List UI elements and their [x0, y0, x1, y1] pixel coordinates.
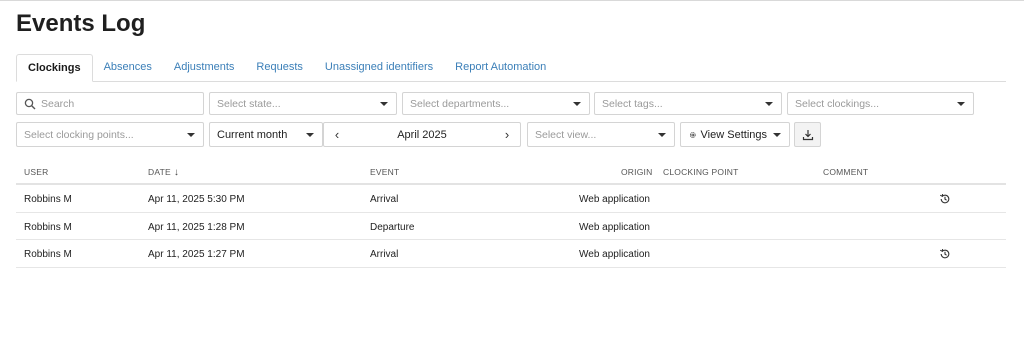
cell-origin: Web application	[579, 221, 650, 233]
chevron-down-icon	[380, 102, 388, 106]
cell-user: Robbins M	[24, 249, 72, 260]
cell-date: Apr 11, 2025 1:27 PM	[148, 249, 245, 260]
page-title: Events Log	[16, 10, 146, 37]
tab-report-automation[interactable]: Report Automation	[444, 53, 557, 81]
clockings-select[interactable]: Select clockings...	[787, 92, 974, 115]
header-date-label: DATE	[148, 167, 171, 177]
top-divider	[0, 0, 1024, 1]
chevron-down-icon	[187, 133, 195, 137]
cell-event: Arrival	[370, 194, 399, 205]
departments-select[interactable]: Select departments...	[402, 92, 590, 115]
tab-requests[interactable]: Requests	[245, 53, 313, 81]
state-placeholder: Select state...	[217, 97, 281, 110]
month-navigator: ‹ April 2025 ›	[323, 122, 521, 147]
sort-arrow-icon: ↓	[173, 167, 180, 178]
chevron-down-icon	[658, 133, 666, 137]
view-select[interactable]: Select view...	[527, 122, 675, 147]
chevron-down-icon	[957, 102, 965, 106]
tags-select[interactable]: Select tags...	[594, 92, 782, 115]
tab-absences[interactable]: Absences	[93, 53, 163, 81]
cell-user: Robbins M	[24, 221, 72, 233]
view-settings-button[interactable]: View Settings	[680, 122, 790, 147]
cell-origin: Web application	[579, 194, 650, 205]
period-value: Current month	[217, 128, 288, 141]
search-icon	[24, 98, 36, 110]
cell-date: Apr 11, 2025 5:30 PM	[148, 194, 245, 205]
gear-icon	[689, 131, 696, 138]
header-event[interactable]: EVENT	[370, 167, 399, 177]
period-select[interactable]: Current month	[209, 122, 323, 147]
chevron-down-icon	[773, 132, 781, 137]
departments-placeholder: Select departments...	[410, 97, 510, 110]
month-label: April 2025	[397, 128, 447, 141]
download-button[interactable]	[794, 122, 821, 147]
cell-date: Apr 11, 2025 1:28 PM	[148, 221, 245, 233]
search-input[interactable]: Search	[16, 92, 204, 115]
header-date[interactable]: DATE ↓	[148, 167, 179, 178]
header-comment[interactable]: COMMENT	[823, 167, 868, 177]
cell-event: Departure	[370, 221, 415, 233]
clocking-points-placeholder: Select clocking points...	[24, 128, 134, 141]
history-icon[interactable]	[939, 193, 951, 205]
clockings-placeholder: Select clockings...	[795, 97, 880, 110]
tab-unassigned-identifiers[interactable]: Unassigned identifiers	[314, 53, 444, 81]
view-placeholder: Select view...	[535, 128, 597, 141]
table-row[interactable]: Robbins M Apr 11, 2025 1:28 PM Departure…	[16, 213, 1006, 240]
table-row[interactable]: Robbins M Apr 11, 2025 1:27 PM Arrival W…	[16, 240, 1006, 268]
download-icon	[802, 129, 813, 140]
header-origin[interactable]: ORIGIN	[621, 167, 652, 177]
state-select[interactable]: Select state...	[209, 92, 397, 115]
history-icon[interactable]	[939, 248, 951, 260]
search-placeholder: Search	[41, 97, 75, 110]
tab-clockings[interactable]: Clockings	[16, 54, 93, 82]
clocking-points-select[interactable]: Select clocking points...	[16, 122, 204, 147]
cell-user: Robbins M	[24, 194, 72, 205]
table-header: USER DATE ↓ EVENT ORIGIN CLOCKING POINT C…	[16, 158, 1006, 185]
events-table: USER DATE ↓ EVENT ORIGIN CLOCKING POINT C…	[16, 158, 1006, 268]
tab-adjustments[interactable]: Adjustments	[163, 53, 246, 81]
view-settings-label: View Settings	[700, 128, 767, 141]
cell-origin: Web application	[579, 249, 650, 260]
chevron-left-icon[interactable]: ‹	[328, 123, 346, 146]
chevron-down-icon	[306, 133, 314, 137]
tags-placeholder: Select tags...	[602, 97, 663, 110]
chevron-down-icon	[765, 102, 773, 106]
table-row[interactable]: Robbins M Apr 11, 2025 5:30 PM Arrival W…	[16, 185, 1006, 213]
chevron-down-icon	[573, 102, 581, 106]
chevron-right-icon[interactable]: ›	[498, 123, 516, 146]
tab-bar: Clockings Absences Adjustments Requests …	[16, 54, 1006, 82]
header-user[interactable]: USER	[24, 167, 48, 177]
cell-event: Arrival	[370, 249, 399, 260]
header-clocking-point[interactable]: CLOCKING POINT	[663, 167, 739, 177]
